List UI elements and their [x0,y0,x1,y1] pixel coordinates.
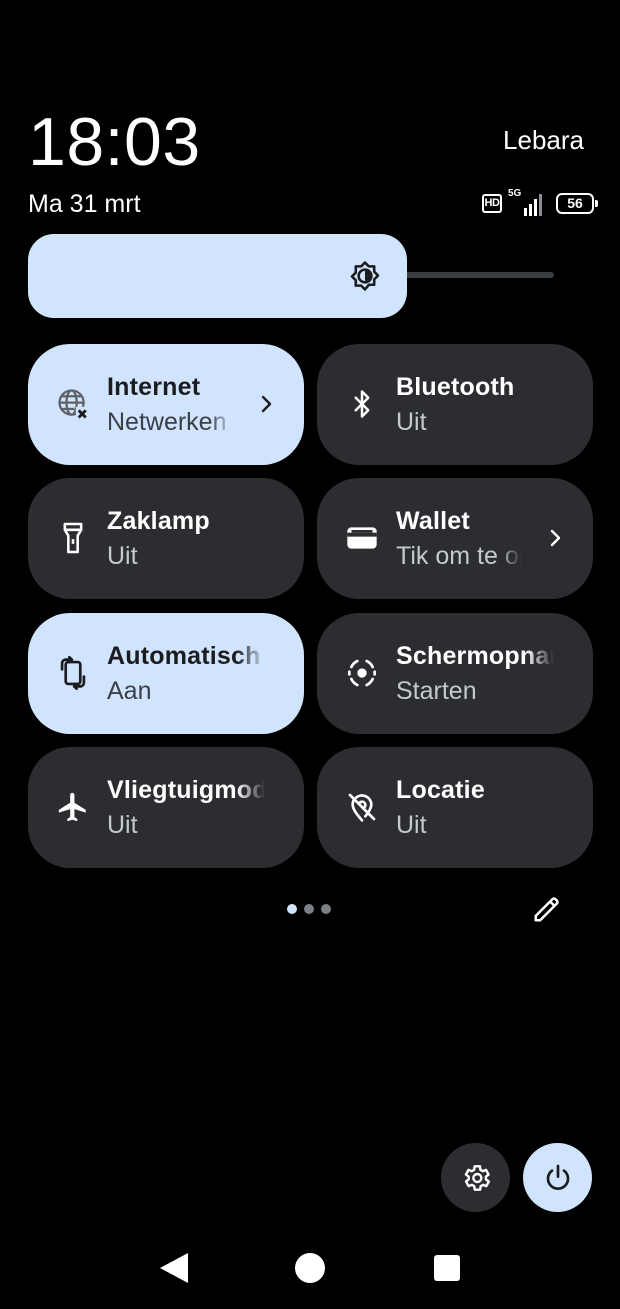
brightness-fill[interactable] [28,234,407,318]
carrier-name: Lebara [503,125,584,155]
tile-subtitle: Uit [396,811,427,839]
edit-tiles-button[interactable] [530,892,564,926]
chevron-right-icon [261,395,272,413]
flashlight-icon [56,520,90,556]
brightness-slider[interactable] [28,234,556,318]
tile-bluetooth-text: Bluetooth Uit [396,370,554,440]
tile-flashlight[interactable]: Zaklamp Uit [28,478,304,599]
tile-airplane-mode[interactable]: Vliegtuigmodus Uit [28,747,304,868]
pencil-icon [534,897,559,922]
brightness-icon [350,261,380,291]
chevron-right-icon [550,529,561,547]
tile-title: Bluetooth [396,373,515,401]
settings-button[interactable] [441,1143,510,1212]
tile-subtitle: Starten [396,677,477,705]
screen-record-icon [345,655,379,691]
recents-button[interactable] [434,1255,460,1281]
tile-screen-record-text: Schermopname Starten [396,639,554,709]
network-type-label: 5G [508,188,522,199]
tile-title: Internet [107,373,201,401]
bluetooth-icon [345,386,379,422]
date[interactable]: Ma 31 mrt [28,188,141,220]
wallet-icon [345,520,379,556]
tile-auto-rotate[interactable]: Automatisch draaien Aan [28,613,304,734]
battery-icon: 56 [556,192,598,214]
home-button[interactable] [295,1253,325,1283]
page-indicator [287,904,331,914]
tile-bluetooth[interactable]: Bluetooth Uit [317,344,593,465]
gear-icon [464,1164,490,1191]
location-off-icon [345,789,379,825]
tile-internet-text: Internet Netwerken [107,370,233,440]
page-dot [321,904,331,914]
tile-title: Locatie [396,776,485,804]
tile-airplane-mode-text: Vliegtuigmodus Uit [107,773,265,843]
tile-subtitle: Uit [107,811,138,839]
page-dot [304,904,314,914]
auto-rotate-icon [56,655,90,691]
tile-auto-rotate-text: Automatisch draaien Aan [107,639,265,709]
tile-subtitle: Tik om te openen [396,542,522,570]
tile-location-text: Locatie Uit [396,773,554,843]
tile-wallet[interactable]: Wallet Tik om te openen [317,478,593,599]
tile-subtitle: Aan [107,677,152,705]
tile-wallet-text: Wallet Tik om te openen [396,504,522,574]
status-icons: HD 5G 56 [482,188,598,218]
tile-title: Wallet [396,507,470,535]
signal-icon: 5G [508,188,544,216]
tile-subtitle: Uit [107,542,138,570]
tile-flashlight-text: Zaklamp Uit [107,504,265,574]
tile-subtitle: Uit [396,408,427,436]
tile-title: Schermopname [396,642,554,670]
airplane-icon [56,789,90,825]
tile-title: Zaklamp [107,507,210,535]
tile-title: Vliegtuigmodus [107,776,265,804]
tile-subtitle: Netwerken [107,408,227,436]
page-dot [287,904,297,914]
hd-voice-icon: HD [482,193,502,213]
tile-location[interactable]: Locatie Uit [317,747,593,868]
tile-internet[interactable]: Internet Netwerken [28,344,304,465]
power-button[interactable] [523,1143,592,1212]
power-icon [546,1164,569,1190]
clock[interactable]: 18:03 [28,104,201,180]
tile-title: Automatisch draaien [107,642,265,670]
back-icon[interactable] [158,1251,190,1285]
tile-screen-record[interactable]: Schermopname Starten [317,613,593,734]
globe-no-internet-icon [56,386,90,422]
